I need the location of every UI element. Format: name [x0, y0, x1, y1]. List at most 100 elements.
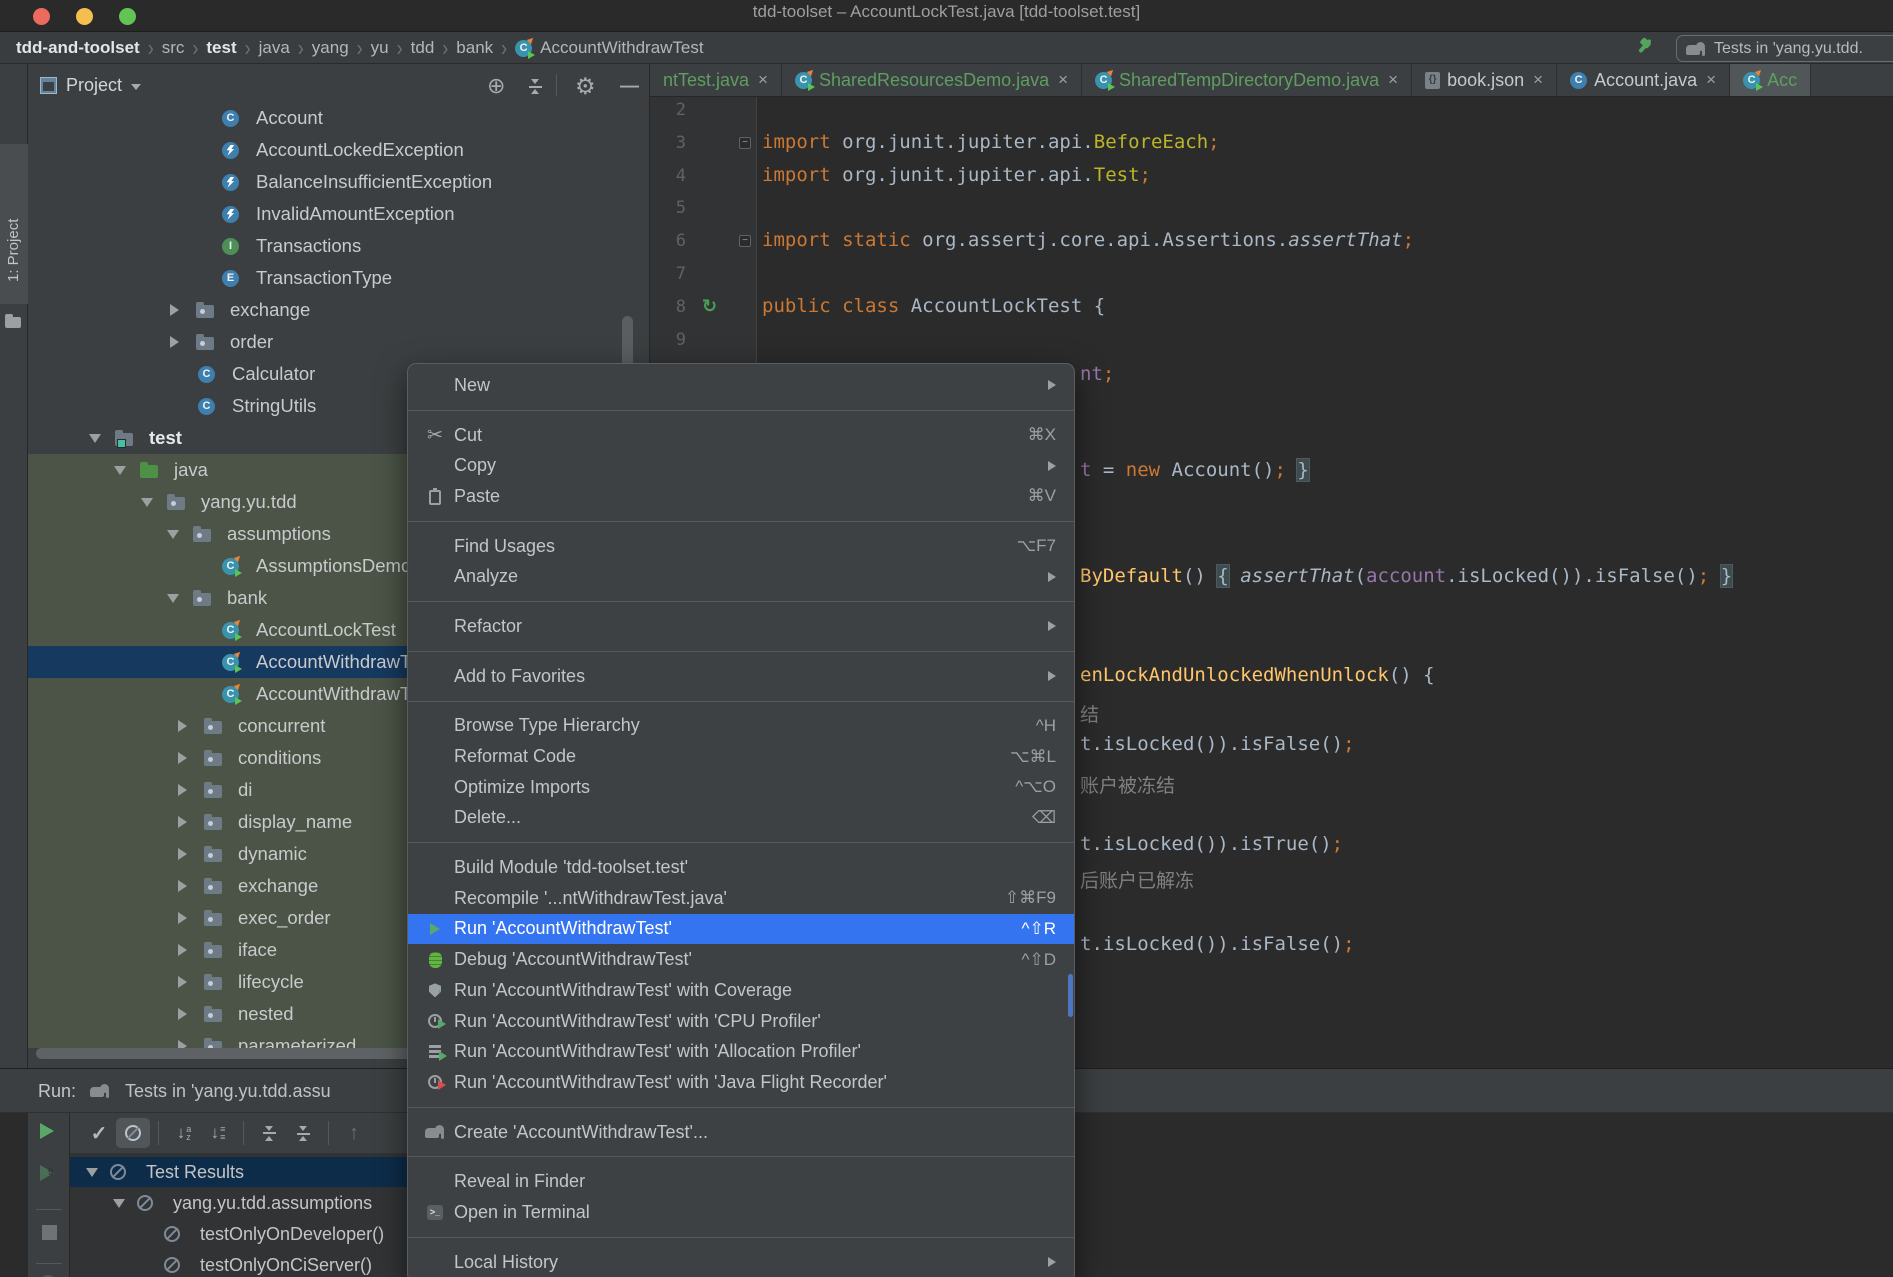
chevron-down-icon[interactable]	[167, 594, 179, 603]
chevron-down-icon[interactable]	[89, 434, 101, 443]
chevron-right-icon[interactable]	[178, 720, 187, 732]
expand-all-button[interactable]	[252, 1118, 286, 1148]
chevron-down-icon[interactable]	[141, 498, 153, 507]
menu-item-local-history[interactable]: Local History	[408, 1247, 1074, 1277]
chevron-right-icon: ›	[501, 34, 507, 61]
menu-item-delete[interactable]: Delete...⌫	[408, 803, 1074, 834]
chevron-right-icon[interactable]	[178, 784, 187, 796]
breadcrumb-item[interactable]: src	[162, 38, 185, 58]
chevron-down-icon[interactable]	[114, 466, 126, 475]
breadcrumb-item[interactable]: tdd-and-toolset	[16, 38, 140, 58]
breadcrumb-item[interactable]: tdd	[411, 38, 435, 58]
menu-item-build-module-tdd-toolset-test[interactable]: Build Module 'tdd-toolset.test'	[408, 852, 1074, 883]
menu-item-run-accountwithdrawtest-with-java-flight-recorder[interactable]: Run 'AccountWithdrawTest' with 'Java Fli…	[408, 1067, 1074, 1098]
tree-row[interactable]: BalanceInsufficientException	[28, 166, 649, 198]
menu-item-open-in-terminal[interactable]: >_Open in Terminal	[408, 1197, 1074, 1228]
menu-item-run-accountwithdrawtest-with-cpu-profiler[interactable]: Run 'AccountWithdrawTest' with 'CPU Prof…	[408, 1006, 1074, 1037]
fold-icon[interactable]: −	[739, 235, 751, 247]
fold-icon[interactable]: −	[739, 137, 751, 149]
chevron-right-icon[interactable]	[178, 848, 187, 860]
test-tree-row[interactable]: Test Results	[70, 1157, 407, 1187]
locate-button[interactable]: ⊕	[487, 74, 505, 98]
breadcrumb-item[interactable]: java	[259, 38, 290, 58]
rerun-failed-button[interactable]: 9	[40, 1165, 54, 1186]
previous-occurrence-button[interactable]: ↑	[337, 1118, 371, 1148]
chevron-right-icon[interactable]	[178, 912, 187, 924]
tree-row[interactable]: exchange	[28, 294, 649, 326]
show-passed-button[interactable]: ✓	[82, 1118, 116, 1148]
chevron-right-icon[interactable]	[178, 1008, 187, 1020]
close-tab-icon[interactable]: ×	[1533, 70, 1543, 90]
rerun-button[interactable]	[40, 1123, 54, 1144]
test-tree-row[interactable]: yang.yu.tdd.assumptions	[70, 1188, 407, 1218]
chevron-down-icon[interactable]	[113, 1199, 125, 1208]
chevron-right-icon[interactable]	[178, 976, 187, 988]
editor-tab[interactable]: CSharedTempDirectoryDemo.java×	[1082, 64, 1412, 96]
tree-row[interactable]: ETransactionType	[28, 262, 649, 294]
collapse-all-button[interactable]	[529, 74, 542, 98]
hide-panel-button[interactable]: —	[620, 74, 639, 98]
breadcrumb-item[interactable]: test	[206, 38, 236, 58]
tree-row[interactable]: AccountLockedException	[28, 134, 649, 166]
menu-item-find-usages[interactable]: Find Usages⌥F7	[408, 531, 1074, 562]
menu-item-add-to-favorites[interactable]: Add to Favorites	[408, 661, 1074, 692]
menu-item-refactor[interactable]: Refactor	[408, 611, 1074, 642]
close-tab-icon[interactable]: ×	[758, 70, 768, 90]
tree-item-label: nested	[238, 1003, 294, 1025]
tree-row[interactable]: ITransactions	[28, 230, 649, 262]
menu-item-run-accountwithdrawtest-with-allocation-profiler[interactable]: Run 'AccountWithdrawTest' with 'Allocati…	[408, 1036, 1074, 1067]
submenu-arrow-icon	[1048, 572, 1056, 582]
menu-item-optimize-imports[interactable]: Optimize Imports^⌥O	[408, 772, 1074, 803]
menu-item-run-accountwithdrawtest[interactable]: Run 'AccountWithdrawTest'^⇧R	[408, 914, 1074, 945]
settings-gear-button[interactable]: ⚙	[575, 74, 596, 98]
breadcrumb-item[interactable]: bank	[456, 38, 493, 58]
sort-by-duration-button[interactable]: ↓≡≡	[201, 1118, 235, 1148]
chevron-down-icon[interactable]	[167, 530, 179, 539]
menu-item-create-accountwithdrawtest[interactable]: Create 'AccountWithdrawTest'...	[408, 1117, 1074, 1148]
vertical-scrollbar[interactable]	[622, 316, 633, 368]
editor-tab[interactable]: {}book.json×	[1412, 64, 1557, 96]
breadcrumb-item[interactable]: yang	[312, 38, 349, 58]
tree-row[interactable]: InvalidAmountException	[28, 198, 649, 230]
menu-item-debug-accountwithdrawtest[interactable]: Debug 'AccountWithdrawTest'^⇧D	[408, 944, 1074, 975]
build-project-icon[interactable]	[1634, 36, 1656, 58]
test-tree-row[interactable]: testOnlyOnDeveloper()	[70, 1219, 407, 1249]
menu-item-run-accountwithdrawtest-with-coverage[interactable]: Run 'AccountWithdrawTest' with Coverage	[408, 975, 1074, 1006]
editor-tab[interactable]: CAccount.java×	[1557, 64, 1730, 96]
chevron-right-icon[interactable]	[178, 880, 187, 892]
test-tree-row[interactable]: testOnlyOnCiServer()	[70, 1250, 407, 1277]
run-configuration-select[interactable]: Tests in 'yang.yu.tdd.	[1676, 35, 1893, 62]
tree-row[interactable]: order	[28, 326, 649, 358]
chevron-right-icon[interactable]	[178, 816, 187, 828]
chevron-down-icon[interactable]	[86, 1168, 98, 1177]
editor-tab[interactable]: CAcc	[1730, 64, 1811, 96]
menu-item-analyze[interactable]: Analyze	[408, 561, 1074, 592]
menu-item-copy[interactable]: Copy	[408, 450, 1074, 481]
chevron-right-icon[interactable]	[178, 752, 187, 764]
close-tab-icon[interactable]: ×	[1706, 70, 1716, 90]
menu-item-browse-type-hierarchy[interactable]: Browse Type Hierarchy^H	[408, 711, 1074, 742]
menu-item-reveal-in-finder[interactable]: Reveal in Finder	[408, 1166, 1074, 1197]
close-tab-icon[interactable]: ×	[1388, 70, 1398, 90]
chevron-right-icon[interactable]	[170, 336, 179, 348]
close-tab-icon[interactable]: ×	[1058, 70, 1068, 90]
collapse-all-button[interactable]	[286, 1118, 320, 1148]
editor-tab[interactable]: ntTest.java×	[650, 64, 782, 96]
chevron-right-icon[interactable]	[178, 944, 187, 956]
show-ignored-button[interactable]	[116, 1118, 150, 1148]
chevron-right-icon[interactable]	[170, 304, 179, 316]
stop-button[interactable]	[42, 1225, 57, 1240]
menu-item-reformat-code[interactable]: Reformat Code⌥⌘L	[408, 741, 1074, 772]
project-stripe-label[interactable]: 1: Project	[5, 219, 22, 282]
breadcrumb-item[interactable]: yu	[371, 38, 389, 58]
menu-item-cut[interactable]: ✂Cut⌘X	[408, 420, 1074, 451]
sort-alphabetically-button[interactable]: ↓az	[167, 1118, 201, 1148]
tree-row[interactable]: CAccount	[28, 102, 649, 134]
menu-item-new[interactable]: New	[408, 370, 1074, 401]
menu-scrollbar-thumb[interactable]	[1068, 974, 1073, 1017]
run-class-gutter-icon[interactable]: ↻	[702, 296, 717, 317]
editor-tab[interactable]: CSharedResourcesDemo.java×	[782, 64, 1082, 96]
menu-item-recompile-ntwithdrawtest-java[interactable]: Recompile '...ntWithdrawTest.java'⇧⌘F9	[408, 883, 1074, 914]
breadcrumb-current[interactable]: AccountWithdrawTest	[540, 38, 703, 58]
menu-item-paste[interactable]: Paste⌘V	[408, 481, 1074, 512]
